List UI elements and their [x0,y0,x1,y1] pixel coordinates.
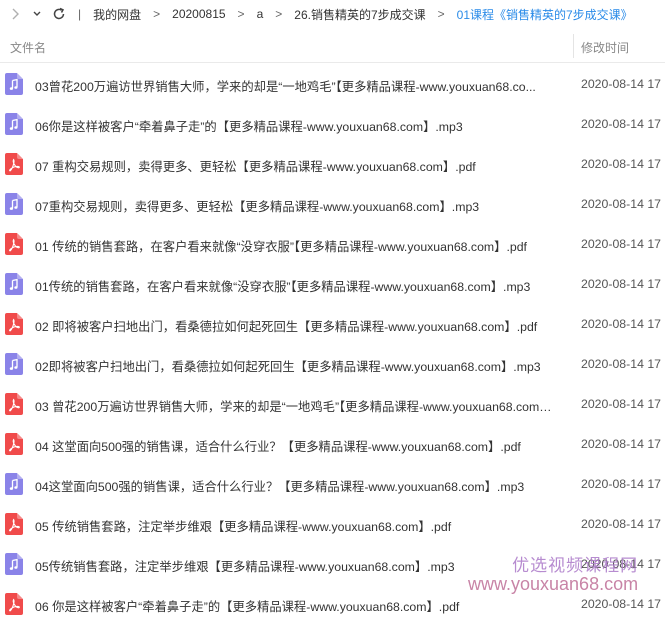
pdf-icon [5,313,23,335]
breadcrumb-course-folder[interactable]: 26.销售精英的7步成交课 [292,6,427,23]
breadcrumb-separator: > [153,7,161,21]
file-row[interactable]: 05传统销售套路，注定举步维艰【更多精品课程-www.youxuan68.com… [0,544,665,584]
pdf-icon [5,593,23,615]
file-name[interactable]: 01 传统的销售套路，在客户看来就像“没穿衣服”【更多精品课程-www.youx… [35,237,560,255]
file-row[interactable]: 06你是这样被客户“牵着鼻子走”的【更多精品课程-www.youxuan68.c… [0,104,665,144]
file-name[interactable]: 02即将被客户扫地出门，看桑德拉如何起死回生【更多精品课程-www.youxua… [35,357,560,375]
breadcrumb-separator: > [237,7,245,21]
breadcrumb-separator: > [275,7,283,21]
file-row[interactable]: 02 即将被客户扫地出门，看桑德拉如何起死回生【更多精品课程-www.youxu… [0,304,665,344]
file-name[interactable]: 06你是这样被客户“牵着鼻子走”的【更多精品课程-www.youxuan68.c… [35,117,560,135]
file-name[interactable]: 01传统的销售套路，在客户看来就像“没穿衣服”【更多精品课程-www.youxu… [35,277,560,295]
file-row[interactable]: 03曾花200万遍访世界销售大师，学来的却是“一地鸡毛”【更多精品课程-www.… [0,64,665,104]
file-modified-date: 2020-08-14 17 [581,557,661,571]
breadcrumb-my-disk[interactable]: 我的网盘 [91,6,143,23]
file-name[interactable]: 03 曾花200万遍访世界销售大师，学来的却是“一地鸡毛”【更多精品课程-www… [35,397,560,415]
column-header-name[interactable]: 文件名 [10,39,46,56]
file-name[interactable]: 05 传统销售套路，注定举步维艰【更多精品课程-www.youxuan68.co… [35,517,560,535]
file-name[interactable]: 04这堂面向500强的销售课，适合什么行业？【更多精品课程-www.youxua… [35,477,560,495]
file-name[interactable]: 04 这堂面向500强的销售课，适合什么行业？【更多精品课程-www.youxu… [35,437,560,455]
music-note-icon [5,553,23,575]
file-name[interactable]: 05传统销售套路，注定举步维艰【更多精品课程-www.youxuan68.com… [35,557,560,575]
pdf-icon [5,233,23,255]
music-note-icon [5,113,23,135]
dropdown-chevron-icon[interactable] [26,3,48,25]
pdf-icon [5,433,23,455]
file-row[interactable]: 07 重构交易规则，卖得更多、更轻松【更多精品课程-www.youxuan68.… [0,144,665,184]
file-name[interactable]: 03曾花200万遍访世界销售大师，学来的却是“一地鸡毛”【更多精品课程-www.… [35,77,560,95]
file-row[interactable]: 02即将被客户扫地出门，看桑德拉如何起死回生【更多精品课程-www.youxua… [0,344,665,384]
music-note-icon [5,193,23,215]
column-divider[interactable] [573,34,574,58]
music-note-icon [5,273,23,295]
file-list: 03曾花200万遍访世界销售大师，学来的却是“一地鸡毛”【更多精品课程-www.… [0,64,665,624]
file-modified-date: 2020-08-14 17 [581,597,661,611]
breadcrumb-current-folder[interactable]: 01课程《销售精英的7步成交课》 [455,6,635,23]
file-row[interactable]: 04这堂面向500强的销售课，适合什么行业？【更多精品课程-www.youxua… [0,464,665,504]
file-name[interactable]: 06 你是这样被客户“牵着鼻子走”的【更多精品课程-www.youxuan68.… [35,597,560,615]
file-modified-date: 2020-08-14 17 [581,117,661,131]
toolbar: | 我的网盘 > 20200815 > a > 26.销售精英的7步成交课 > … [0,0,665,28]
file-row[interactable]: 05 传统销售套路，注定举步维艰【更多精品课程-www.youxuan68.co… [0,504,665,544]
refresh-icon[interactable] [48,3,70,25]
breadcrumb-a[interactable]: a [255,7,266,21]
file-modified-date: 2020-08-14 17 [581,317,661,331]
file-row[interactable]: 01 传统的销售套路，在客户看来就像“没穿衣服”【更多精品课程-www.youx… [0,224,665,264]
pdf-icon [5,513,23,535]
file-name[interactable]: 07 重构交易规则，卖得更多、更轻松【更多精品课程-www.youxuan68.… [35,157,560,175]
pdf-icon [5,393,23,415]
music-note-icon [5,353,23,375]
pdf-icon [5,153,23,175]
file-modified-date: 2020-08-14 17 [581,517,661,531]
music-note-icon [5,473,23,495]
file-list-header: 文件名 修改时间 [0,30,665,63]
file-row[interactable]: 03 曾花200万遍访世界销售大师，学来的却是“一地鸡毛”【更多精品课程-www… [0,384,665,424]
file-modified-date: 2020-08-14 17 [581,357,661,371]
file-row[interactable]: 01传统的销售套路，在客户看来就像“没穿衣服”【更多精品课程-www.youxu… [0,264,665,304]
breadcrumb-separator: | [78,7,82,21]
file-modified-date: 2020-08-14 17 [581,77,661,91]
file-name[interactable]: 02 即将被客户扫地出门，看桑德拉如何起死回生【更多精品课程-www.youxu… [35,317,560,335]
forward-icon[interactable] [4,3,26,25]
file-modified-date: 2020-08-14 17 [581,437,661,451]
file-modified-date: 2020-08-14 17 [581,277,661,291]
music-note-icon [5,73,23,95]
breadcrumb-20200815[interactable]: 20200815 [170,7,227,21]
column-header-date[interactable]: 修改时间 [581,39,629,56]
file-modified-date: 2020-08-14 17 [581,157,661,171]
file-row[interactable]: 06 你是这样被客户“牵着鼻子走”的【更多精品课程-www.youxuan68.… [0,584,665,624]
file-name[interactable]: 07重构交易规则，卖得更多、更轻松【更多精品课程-www.youxuan68.c… [35,197,560,215]
file-modified-date: 2020-08-14 17 [581,397,661,411]
file-modified-date: 2020-08-14 17 [581,477,661,491]
file-modified-date: 2020-08-14 17 [581,237,661,251]
breadcrumb-separator: > [437,7,445,21]
file-row[interactable]: 04 这堂面向500强的销售课，适合什么行业？【更多精品课程-www.youxu… [0,424,665,464]
file-row[interactable]: 07重构交易规则，卖得更多、更轻松【更多精品课程-www.youxuan68.c… [0,184,665,224]
file-modified-date: 2020-08-14 17 [581,197,661,211]
